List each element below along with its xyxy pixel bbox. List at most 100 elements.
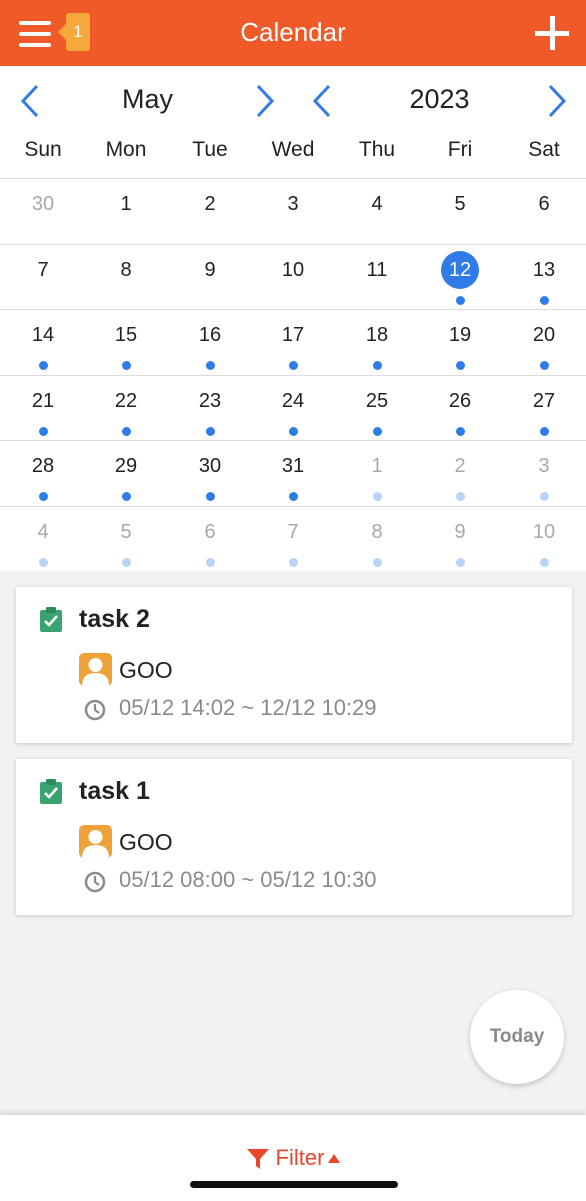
calendar-day[interactable]: 25 — [335, 376, 419, 441]
calendar-day[interactable]: 3 — [502, 441, 586, 506]
day-number: 15 — [114, 324, 138, 346]
day-number: 24 — [281, 389, 305, 412]
event-indicator-dot — [289, 426, 298, 436]
calendar-day[interactable]: 1 — [335, 441, 419, 506]
calendar-day[interactable]: 6 — [168, 507, 252, 572]
event-indicator-dot — [39, 426, 48, 436]
calendar-day[interactable]: 30 — [168, 441, 252, 506]
calendar-day[interactable]: 4 — [335, 179, 419, 244]
day-number: 3 — [287, 193, 299, 215]
task-assignee: GOO — [119, 657, 173, 683]
month-navigator: May — [0, 80, 290, 120]
event-indicator-dot — [122, 361, 131, 370]
calendar-day[interactable]: 24 — [251, 376, 335, 441]
day-number: 1 — [371, 455, 383, 477]
page-title: Calendar — [240, 17, 346, 47]
task-title: task 2 — [79, 605, 150, 633]
calendar-day[interactable]: 2 — [168, 179, 252, 244]
weekday-label: Tue — [192, 138, 228, 161]
day-number: 30 — [31, 193, 55, 215]
previous-year-chevron-icon[interactable] — [312, 84, 332, 118]
calendar-day[interactable]: 19 — [418, 310, 502, 375]
calendar-day[interactable]: 4 — [1, 507, 85, 572]
event-indicator-dot — [456, 426, 465, 436]
next-year-chevron-icon[interactable] — [547, 84, 567, 118]
task-checklist-icon — [40, 607, 62, 632]
next-month-chevron-icon[interactable] — [255, 84, 275, 118]
calendar-day[interactable]: 8 — [335, 507, 419, 572]
calendar-day[interactable]: 5 — [418, 179, 502, 244]
event-indicator-dot — [456, 295, 465, 305]
calendar-day[interactable]: 9 — [418, 507, 502, 572]
calendar-day[interactable]: 28 — [1, 441, 85, 506]
day-number: 12 — [441, 250, 479, 289]
previous-month-chevron-icon[interactable] — [20, 84, 40, 118]
calendar-grid: 30 1 2 3 4 5 6 7 8 9 10 11 12 13 14 15 16 17 18 19 20 21 22 23 2… — [0, 178, 586, 571]
task-card[interactable]: task 1 GOO 05/12 08:00 ~ 05/12 10:30 — [16, 759, 572, 915]
calendar-day[interactable]: 13 — [502, 245, 586, 310]
event-indicator-dot — [39, 492, 48, 501]
day-number: 20 — [532, 324, 556, 346]
task-card[interactable]: task 2 GOO 05/12 14:02 ~ 12/12 10:29 — [16, 587, 572, 743]
calendar-day[interactable]: 1 — [84, 179, 168, 244]
calendar-day[interactable]: 23 — [168, 376, 252, 441]
calendar-day[interactable]: 30 — [1, 179, 85, 244]
month-calendar: May 2023 Sun Mon Tue Wed Thu Fri Sat 30 1… — [0, 66, 586, 571]
calendar-day-selected[interactable]: 12 — [418, 245, 502, 310]
calendar-day[interactable]: 7 — [1, 245, 85, 310]
calendar-week-row: 14 15 16 17 18 19 20 — [0, 309, 586, 375]
event-indicator-dot — [39, 557, 48, 567]
home-indicator — [190, 1181, 398, 1188]
today-button[interactable]: Today — [470, 990, 564, 1084]
event-indicator-dot — [456, 557, 465, 567]
calendar-day[interactable]: 10 — [251, 245, 335, 310]
calendar-day[interactable]: 16 — [168, 310, 252, 375]
year-navigator: 2023 — [300, 80, 586, 120]
day-number: 3 — [538, 455, 550, 477]
calendar-day[interactable]: 26 — [418, 376, 502, 441]
calendar-day[interactable]: 29 — [84, 441, 168, 506]
task-time-range: 05/12 08:00 ~ 05/12 10:30 — [119, 867, 377, 892]
day-number: 28 — [31, 455, 55, 477]
calendar-day[interactable]: 17 — [251, 310, 335, 375]
calendar-day[interactable]: 11 — [335, 245, 419, 310]
task-assignee: GOO — [119, 829, 173, 855]
calendar-day[interactable]: 10 — [502, 507, 586, 572]
event-indicator-dot — [456, 492, 465, 501]
calendar-day[interactable]: 2 — [418, 441, 502, 506]
day-number: 4 — [37, 520, 49, 543]
calendar-week-row: 30 1 2 3 4 5 6 — [0, 178, 586, 244]
calendar-day[interactable]: 14 — [1, 310, 85, 375]
event-indicator-dot — [540, 426, 549, 436]
calendar-day[interactable]: 21 — [1, 376, 85, 441]
calendar-day[interactable]: 3 — [251, 179, 335, 244]
calendar-day[interactable]: 8 — [84, 245, 168, 310]
day-number: 11 — [366, 258, 388, 281]
user-avatar-icon — [79, 825, 112, 858]
event-indicator-dot — [206, 361, 215, 370]
funnel-filter-icon — [246, 1149, 269, 1169]
calendar-day[interactable]: 6 — [502, 179, 586, 244]
filter-button[interactable]: Filter — [246, 1145, 341, 1171]
day-number: 2 — [454, 455, 466, 477]
calendar-day[interactable]: 20 — [502, 310, 586, 375]
day-number: 21 — [31, 389, 55, 412]
day-number: 27 — [532, 389, 556, 412]
calendar-day[interactable]: 27 — [502, 376, 586, 441]
day-number: 31 — [281, 455, 305, 477]
calendar-day[interactable]: 22 — [84, 376, 168, 441]
event-indicator-dot — [289, 557, 298, 567]
calendar-day[interactable]: 5 — [84, 507, 168, 572]
task-time-range: 05/12 14:02 ~ 12/12 10:29 — [119, 695, 377, 720]
calendar-day[interactable]: 18 — [335, 310, 419, 375]
calendar-day[interactable]: 7 — [251, 507, 335, 572]
day-number: 26 — [448, 389, 472, 412]
add-task-button[interactable] — [535, 16, 569, 50]
event-indicator-dot — [373, 361, 382, 370]
calendar-day[interactable]: 9 — [168, 245, 252, 310]
event-indicator-dot — [456, 361, 465, 370]
day-number: 10 — [281, 258, 305, 281]
calendar-day[interactable]: 15 — [84, 310, 168, 375]
calendar-week-row: 4 5 6 7 8 9 10 — [0, 505, 586, 572]
calendar-day[interactable]: 31 — [251, 441, 335, 506]
